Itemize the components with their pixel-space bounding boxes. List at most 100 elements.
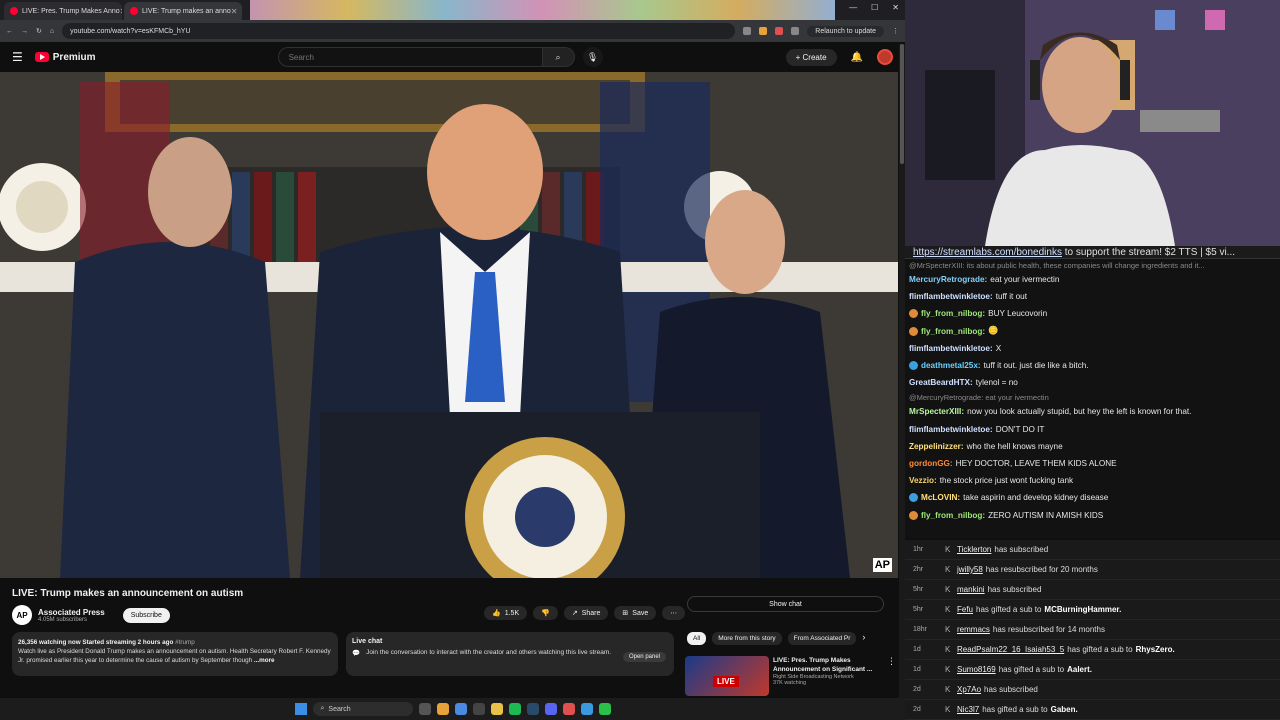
chat-username[interactable]: gordonGG: (909, 459, 953, 468)
event-username[interactable]: Sumo8169 (957, 665, 996, 674)
chat-username[interactable]: Vezzio: (909, 476, 937, 485)
spotify-icon[interactable] (508, 703, 521, 715)
dislike-button[interactable]: 👎 (533, 606, 558, 620)
event-username[interactable]: jwilly58 (957, 565, 983, 574)
windows-start-icon[interactable] (294, 703, 307, 715)
channel-avatar[interactable]: AP (12, 605, 32, 625)
video-player[interactable]: AP (0, 72, 898, 578)
app-icon[interactable] (454, 703, 467, 715)
youtube-logo[interactable]: Premium (34, 52, 96, 63)
home-icon[interactable]: ⌂ (50, 28, 54, 35)
event-username[interactable]: Ticklerton (957, 545, 991, 554)
taskbar-search[interactable]: ⌕ Search (312, 702, 413, 716)
event-username[interactable]: remmacs (957, 625, 990, 634)
share-button[interactable]: ↗ Share (563, 606, 609, 620)
recommended-video[interactable]: LIVE LIVE: Pres. Trump Makes Announcemen… (685, 656, 896, 696)
reload-icon[interactable]: ↻ (36, 27, 42, 35)
event-username[interactable]: mankini (957, 585, 985, 594)
kebab-menu-icon[interactable]: ⋮ (887, 656, 896, 696)
chat-username[interactable]: Zeppelinizzer: (909, 442, 964, 451)
back-icon[interactable]: ← (6, 28, 13, 35)
close-tab-icon[interactable]: ✕ (120, 7, 122, 16)
file-explorer-icon[interactable] (490, 703, 503, 715)
gift-recipient[interactable]: MCBurningHammer. (1044, 605, 1121, 614)
event-username[interactable]: Nic3l7 (957, 705, 979, 714)
close-tab-icon[interactable]: ✕ (231, 7, 238, 16)
thumbs-up-icon: 👍 (492, 610, 501, 617)
description-hashtag[interactable]: #trump (175, 639, 195, 646)
chip-all[interactable]: All (687, 632, 707, 645)
scroll-thumb[interactable] (900, 44, 904, 164)
chat-username[interactable]: fly_from_nilbog: (921, 309, 985, 318)
create-button[interactable]: + Create (785, 48, 837, 66)
video-actions: 👍 1.5K 👎 ↗ Share ⊞ Save ⋯ (484, 606, 686, 620)
chrome-icon[interactable] (436, 703, 449, 715)
channel-name[interactable]: Associated Press (38, 608, 105, 617)
open-panel-button[interactable]: Open panel (622, 652, 666, 662)
chat-username[interactable]: GreatBeardHTX: (909, 378, 973, 387)
chevron-right-icon[interactable]: › (862, 632, 865, 645)
relaunch-button[interactable]: Relaunch to update (807, 25, 884, 37)
chat-username[interactable]: deathmetal25x: (921, 361, 981, 370)
chip-from-channel[interactable]: From Associated Pr (787, 632, 857, 645)
like-count: 1.5K (504, 609, 520, 617)
chat-username[interactable]: flimflambetwinkletoe: (909, 344, 993, 353)
description-box[interactable]: 26,356 watching now Started streaming 2 … (12, 632, 338, 676)
extension-icon[interactable] (743, 27, 752, 35)
steam-icon[interactable] (526, 703, 539, 715)
search-button[interactable]: ⌕ (542, 47, 575, 67)
banner-link[interactable]: https://streamlabs.com/bonedinks (913, 247, 1062, 258)
chip-more-from-story[interactable]: More from this story (712, 632, 782, 645)
video-title: LIVE: Trump makes an announcement on aut… (12, 588, 244, 599)
gift-recipient[interactable]: Gaben. (1051, 705, 1078, 714)
more-menu-icon[interactable]: ⋮ (892, 27, 899, 35)
event-username[interactable]: Fefu (957, 605, 973, 614)
gift-recipient[interactable]: RhysZero. (1136, 645, 1175, 654)
description-stats: 26,356 watching now Started streaming 2 … (18, 639, 174, 646)
chat-username[interactable]: McLOVIN: (921, 493, 960, 502)
voice-search-button[interactable]: 🎙 (582, 47, 603, 67)
gift-recipient[interactable]: Aalert. (1067, 665, 1092, 674)
url-field[interactable]: youtube.com/watch?v=esKFMCb_hYU (62, 23, 736, 39)
recommended-thumbnail[interactable]: LIVE (685, 656, 769, 696)
chat-username[interactable]: flimflambetwinkletoe: (909, 292, 993, 301)
more-actions-button[interactable]: ⋯ (662, 606, 686, 620)
save-button[interactable]: ⊞ Save (614, 606, 657, 620)
discord-icon[interactable] (544, 703, 557, 715)
minimize-icon[interactable]: — (849, 3, 857, 12)
chat-username[interactable]: MrSpecterXIII: (909, 407, 964, 416)
notifications-bell-icon[interactable]: 🔔 (851, 52, 863, 63)
recommended-title[interactable]: LIVE: Pres. Trump Makes Announcement on … (773, 656, 883, 674)
app-icon[interactable] (562, 703, 575, 715)
event-row: 2hr Kjwilly58 has resubscribed for 20 mont… (905, 560, 1280, 580)
show-chat-button[interactable]: Show chat (687, 596, 884, 612)
event-username[interactable]: Xp7Ao (957, 685, 981, 694)
chat-username[interactable]: fly_from_nilbog: (921, 327, 985, 336)
chat-username[interactable]: fly_from_nilbog: (921, 511, 985, 520)
extension-icon[interactable] (775, 27, 784, 35)
chat-username[interactable]: flimflambetwinkletoe: (909, 425, 993, 434)
chat-bubble-icon: 💬 (352, 650, 361, 657)
subscribe-button[interactable]: Subscribe (122, 607, 170, 623)
description-more-link[interactable]: ...more (254, 657, 275, 664)
like-button[interactable]: 👍 1.5K (484, 606, 528, 620)
hamburger-menu-icon[interactable]: ☰ (12, 50, 23, 64)
live-chat-text: Join the conversation to interact with t… (366, 649, 612, 656)
app-icon[interactable] (580, 703, 593, 715)
extension-icon[interactable] (759, 27, 768, 35)
maximize-icon[interactable]: ☐ (871, 3, 878, 12)
browser-tab-2[interactable]: LIVE: Trump makes an anno ✕ (124, 2, 242, 20)
obs-icon[interactable] (472, 703, 485, 715)
event-row: 1d K Sumo8169 has gifted a sub to Aalert. (905, 660, 1280, 680)
browser-tab-1[interactable]: LIVE: Pres. Trump Makes Anno ✕ (4, 2, 122, 20)
close-window-icon[interactable]: ✕ (892, 3, 899, 12)
forward-icon[interactable]: → (21, 28, 28, 35)
account-avatar[interactable] (877, 49, 893, 65)
chat-username[interactable]: MercuryRetrograde: (909, 275, 987, 284)
event-text: has subscribed (984, 685, 1038, 694)
task-view-icon[interactable] (418, 703, 431, 715)
event-username[interactable]: ReadPsalm22_16_Isaiah53_5 (957, 645, 1064, 654)
app-icon[interactable] (598, 703, 611, 715)
extension-icon[interactable] (791, 27, 800, 35)
search-input[interactable] (277, 47, 543, 67)
